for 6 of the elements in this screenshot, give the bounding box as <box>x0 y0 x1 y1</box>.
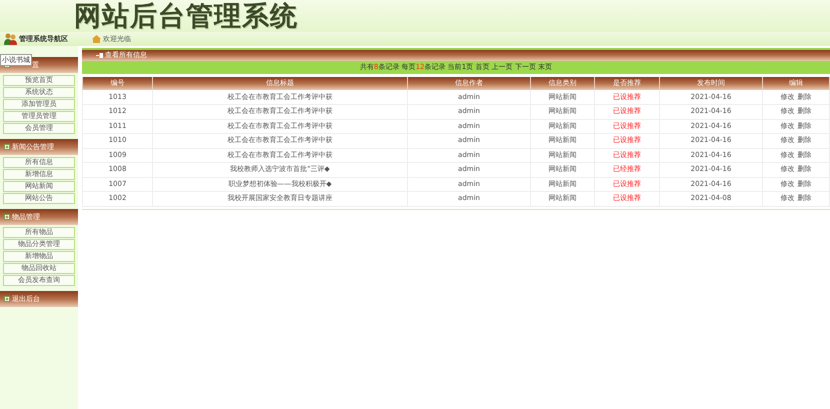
home-icon <box>92 35 101 43</box>
expand-icon <box>4 296 10 302</box>
users-icon <box>4 33 17 45</box>
expand-icon <box>4 214 10 220</box>
site-title: 网站后台管理系统 <box>74 2 298 30</box>
expand-icon <box>4 144 10 150</box>
